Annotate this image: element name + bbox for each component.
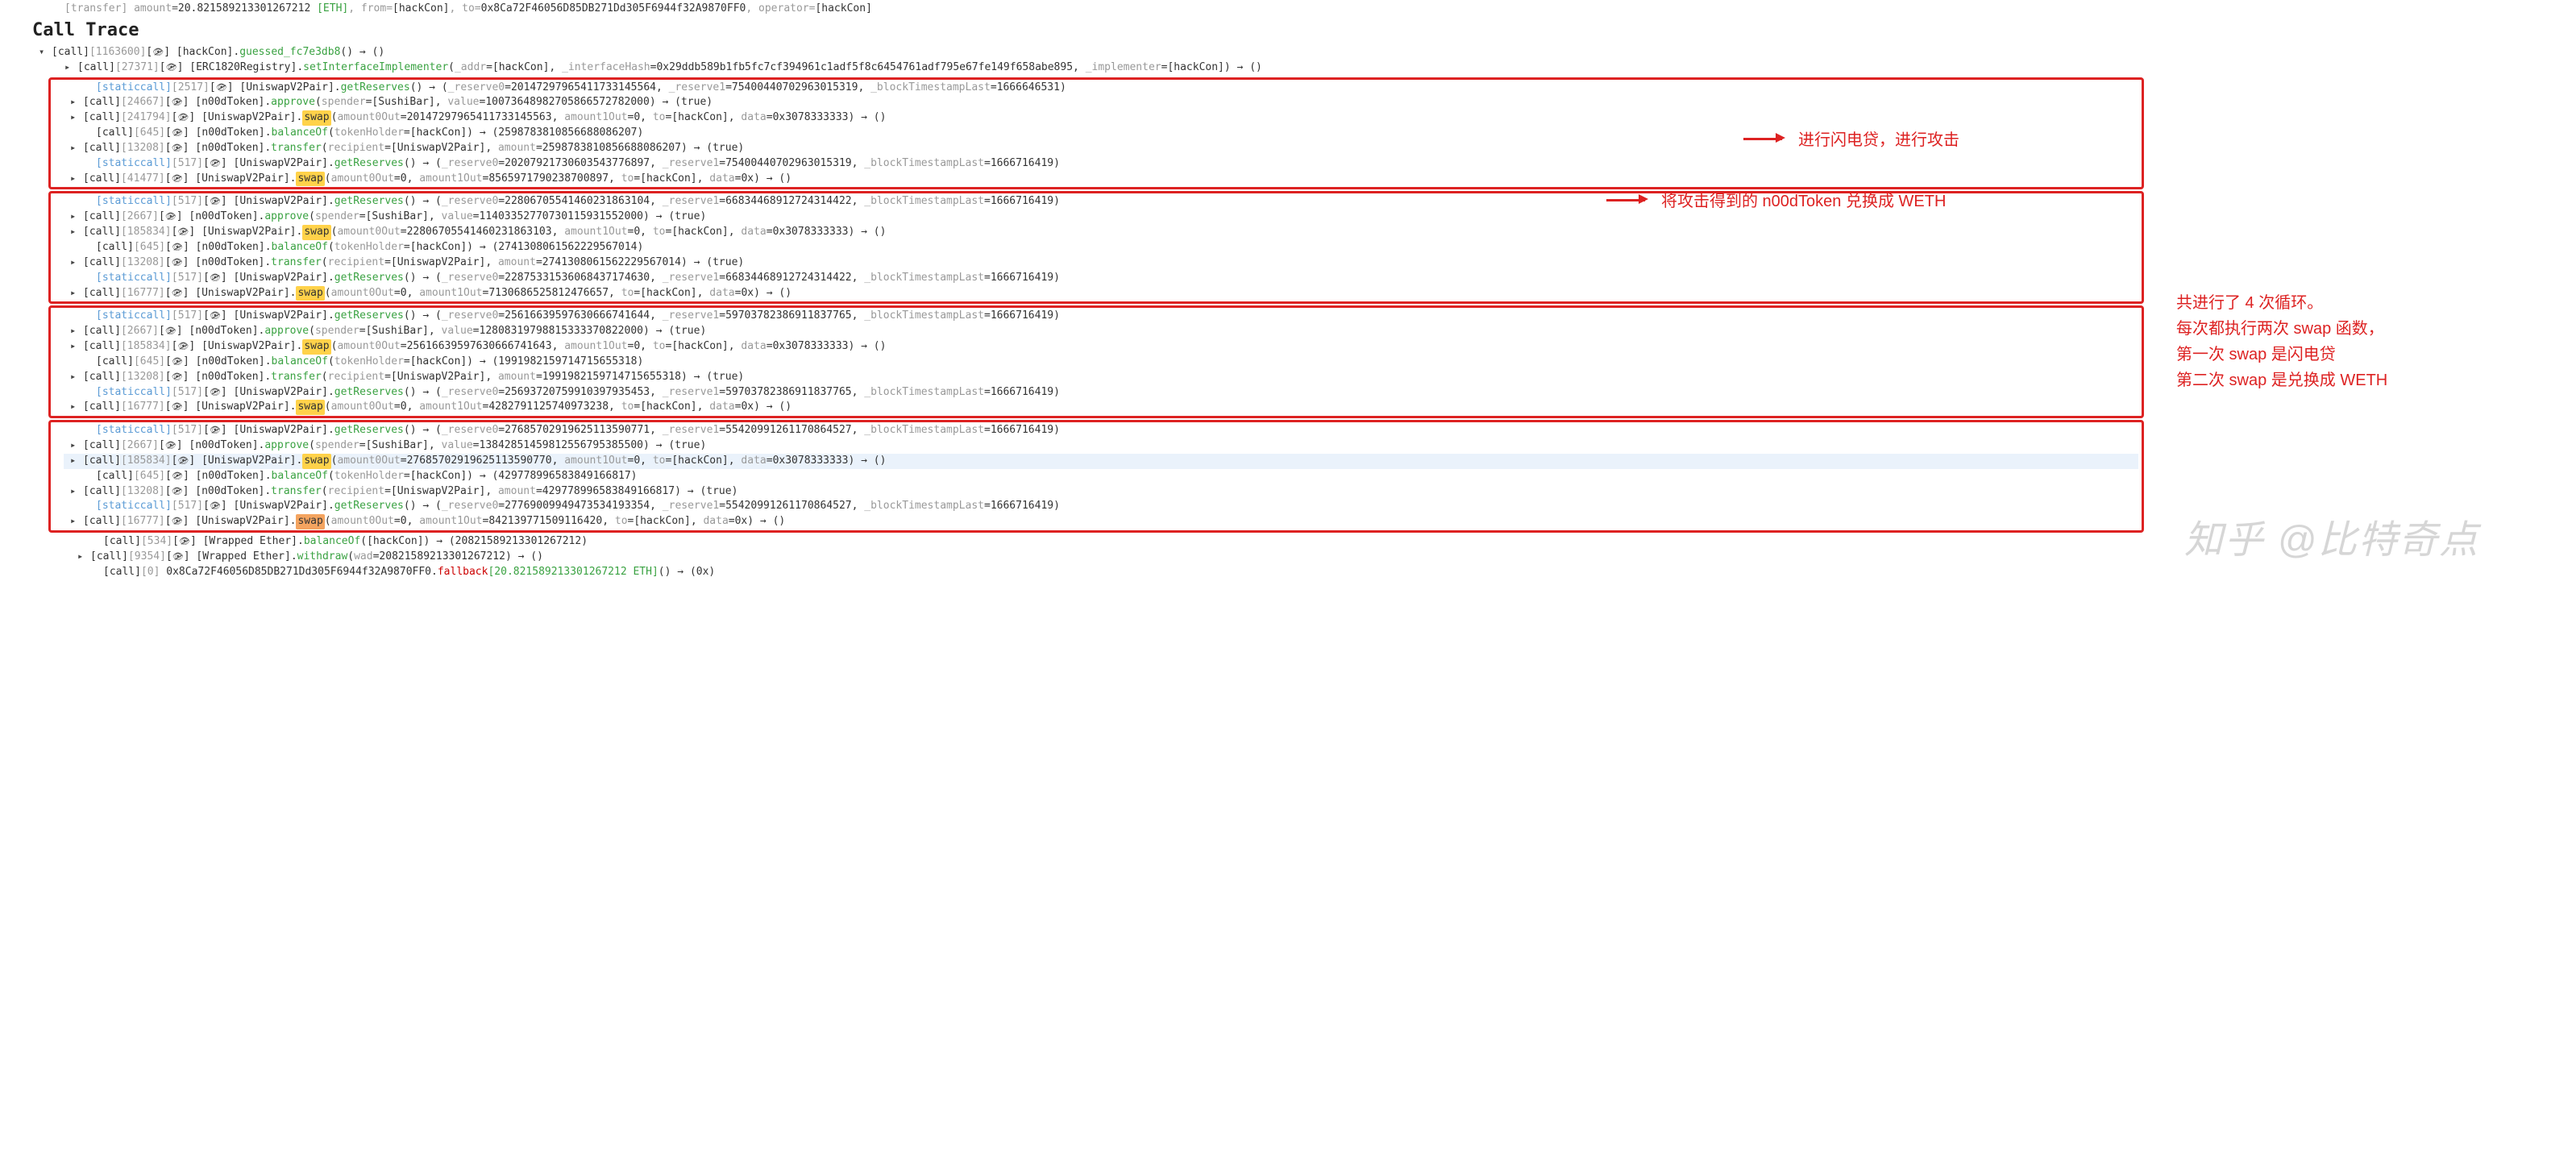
trace-line[interactable]: [call][645][] [n00dToken].balanceOf(toke… [77,240,2138,255]
eye-slash-icon[interactable] [210,156,221,170]
caret-right-icon[interactable] [70,255,81,269]
loop-box-2: [staticcall][517][] [UniswapV2Pair].getR… [48,191,2144,304]
trace-line[interactable]: [staticcall][517][] [UniswapV2Pair].getR… [77,194,2138,210]
caret-right-icon[interactable] [70,210,81,223]
eye-slash-icon[interactable] [172,484,183,498]
caret-right-icon[interactable] [64,60,76,74]
eye-slash-icon[interactable] [172,141,183,155]
eye-slash-icon[interactable] [172,514,183,528]
eye-slash-icon[interactable] [210,385,221,399]
eye-slash-icon[interactable] [172,126,183,139]
trace-line[interactable]: [staticcall][517][] [UniswapV2Pair].getR… [77,271,2138,286]
trace-line-swap[interactable]: [call][241794][] [UniswapV2Pair].swap(am… [64,110,2138,126]
top-transfer-line: [transfer] amount=20.821589213301267212 … [58,2,2576,17]
trace-line[interactable]: [call][2667][] [n00dToken].approve(spend… [64,210,2138,225]
eye-slash-icon[interactable] [210,194,221,208]
eye-slash-icon[interactable] [172,355,183,368]
trace-line[interactable]: [call][2667][] [n00dToken].approve(spend… [64,324,2138,339]
eye-slash-icon[interactable] [165,210,177,223]
call-trace-heading: Call Trace [32,20,2576,40]
eye-slash-icon[interactable] [172,370,183,384]
trace-line[interactable]: [staticcall][517][] [UniswapV2Pair].getR… [77,499,2138,514]
caret-right-icon[interactable] [70,438,81,452]
trace-line-swap[interactable]: [call][185834][] [UniswapV2Pair].swap(am… [64,339,2138,355]
eye-slash-icon[interactable] [165,324,177,338]
trace-line-swap[interactable]: [call][185834][] [UniswapV2Pair].swap(am… [64,225,2138,240]
caret-right-icon[interactable] [70,110,81,124]
eye-slash-icon[interactable] [179,534,190,548]
eye-slash-icon[interactable] [172,240,183,254]
eye-slash-icon[interactable] [210,499,221,513]
caret-right-icon[interactable] [70,484,81,498]
caret-right-icon[interactable] [70,141,81,155]
caret-down-icon[interactable] [39,45,50,59]
caret-right-icon[interactable] [70,95,81,109]
trace-line[interactable]: [call][24667][] [n00dToken].approve(spen… [64,95,2138,110]
eye-slash-icon[interactable] [172,286,183,300]
trace-line-swap[interactable]: [call][16777][] [UniswapV2Pair].swap(amo… [64,286,2138,301]
eye-slash-icon[interactable] [210,309,221,322]
trace-line[interactable]: [staticcall][517][] [UniswapV2Pair].getR… [77,309,2138,324]
caret-right-icon[interactable] [70,286,81,300]
eye-slash-icon[interactable] [152,45,164,59]
eye-slash-icon[interactable] [177,454,189,467]
trace-line[interactable]: [staticcall][517][] [UniswapV2Pair].getR… [77,156,2138,172]
watermark: 知乎 @比特奇点 [2184,508,2479,564]
root-call-line[interactable]: [call][1163600][] [hackCon].guessed_fc7e… [32,45,2576,60]
trace-line[interactable]: [call][13208][] [n00dToken].transfer(rec… [64,484,2138,500]
loop-box-3: [staticcall][517][] [UniswapV2Pair].getR… [48,305,2144,418]
caret-right-icon[interactable] [70,172,81,185]
trace-line[interactable]: [call][13208][] [n00dToken].transfer(rec… [64,255,2138,271]
trace-line[interactable]: [call][13208][] [n00dToken].transfer(rec… [64,370,2138,385]
trace-line-swap[interactable]: [call][41477][] [UniswapV2Pair].swap(amo… [64,172,2138,187]
trace-line[interactable]: [call][645][] [n00dToken].balanceOf(toke… [77,355,2138,370]
caret-right-icon[interactable] [70,225,81,239]
caret-right-icon[interactable] [70,370,81,384]
caret-right-icon[interactable] [77,550,89,563]
eye-slash-icon[interactable] [165,438,177,452]
caret-right-icon[interactable] [70,454,81,467]
eye-slash-icon[interactable] [210,423,221,437]
trace-line[interactable]: [staticcall][517][] [UniswapV2Pair].getR… [77,423,2138,438]
eye-slash-icon[interactable] [172,469,183,483]
eye-slash-icon[interactable] [166,60,177,74]
side-annotation: 共进行了 4 次循环。 每次都执行两次 swap 函数， 第一次 swap 是闪… [2176,290,2531,393]
trace-line-swap[interactable]: [call][185834][] [UniswapV2Pair].swap(am… [64,454,2138,469]
trace-line[interactable]: [call][2667][] [n00dToken].approve(spend… [64,438,2138,454]
trace-line[interactable]: [staticcall][517][] [UniswapV2Pair].getR… [77,385,2138,401]
eye-slash-icon[interactable] [210,271,221,284]
erc1820-call-line[interactable]: [call][27371][] [ERC1820Registry].setInt… [58,60,2576,76]
annotation-arrow-1: 进行闪电贷，进行攻击 [1743,127,1959,150]
trace-line[interactable]: [staticcall][2517][] [UniswapV2Pair].get… [77,81,2138,96]
caret-right-icon[interactable] [70,339,81,353]
eye-slash-icon[interactable] [172,95,183,109]
eye-slash-icon[interactable] [177,339,189,353]
caret-right-icon[interactable] [70,400,81,413]
loop-box-4: [staticcall][517][] [UniswapV2Pair].getR… [48,420,2144,533]
trace-line-fallback[interactable]: [call][0] 0x8Ca72F46056D85DB271Dd305F694… [84,565,2576,580]
caret-right-icon[interactable] [70,324,81,338]
eye-slash-icon[interactable] [172,255,183,269]
eye-slash-icon[interactable] [216,81,227,94]
loop-box-1: 进行闪电贷，进行攻击 将攻击得到的 n00dToken 兑换成 WETH [st… [48,77,2144,190]
trace-line-swap[interactable]: [call][16777][] [UniswapV2Pair].swap(amo… [64,400,2138,415]
eye-slash-icon[interactable] [172,400,183,413]
trace-line-swap[interactable]: [call][16777][] [UniswapV2Pair].swap(amo… [64,514,2138,529]
eye-slash-icon[interactable] [172,550,184,563]
trace-line[interactable]: [call][645][] [n00dToken].balanceOf(toke… [77,469,2138,484]
eye-slash-icon[interactable] [172,172,183,185]
eye-slash-icon[interactable] [177,225,189,239]
eye-slash-icon[interactable] [177,110,189,124]
caret-right-icon[interactable] [70,514,81,528]
